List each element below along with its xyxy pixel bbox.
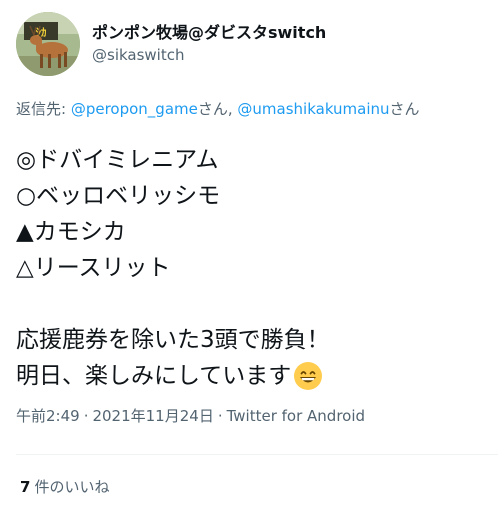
tweet-line-last: 明日、楽しみにしています bbox=[16, 358, 486, 394]
tweet-text: ◎ドバイミレニアム ○ベッロベリッシモ ▲カモシカ △リースリット 応援鹿券を除… bbox=[16, 142, 486, 394]
likes-link[interactable]: 7 件のいいね bbox=[20, 477, 109, 497]
tweet-line: ▲カモシカ bbox=[16, 219, 126, 245]
author-display-name[interactable]: ポンポン牧場@ダビスタswitch bbox=[92, 22, 326, 44]
grinning-face-emoji-icon bbox=[293, 361, 323, 391]
reply-to-line: 返信先: @peropon_gameさん, @umashikakumainuさん bbox=[16, 99, 420, 119]
tweet-date[interactable]: 2021年11月24日 bbox=[92, 407, 213, 425]
author-handle[interactable]: @sikaswitch bbox=[92, 44, 326, 66]
reply-to-prefix: 返信先: bbox=[16, 100, 71, 118]
tweet-header: ｼｶ ポンポン牧場@ダビスタswitch @sikaswitch bbox=[16, 12, 326, 76]
tweet-line: ○ベッロベリッシモ bbox=[16, 183, 221, 209]
reply-to-suffix-1: さん, bbox=[197, 100, 238, 118]
tweet-time[interactable]: 午前2:49 bbox=[16, 407, 80, 425]
divider bbox=[16, 454, 498, 455]
tweet-client[interactable]: Twitter for Android bbox=[227, 407, 365, 425]
tweet-line: ◎ドバイミレニアム bbox=[16, 147, 219, 173]
mention-umashikakumainu[interactable]: @umashikakumainu bbox=[237, 100, 389, 118]
tweet-line-text: 明日、楽しみにしています bbox=[16, 363, 292, 389]
meta-separator: · bbox=[217, 407, 223, 425]
author-names: ポンポン牧場@ダビスタswitch @sikaswitch bbox=[92, 22, 326, 66]
tweet-line: △リースリット bbox=[16, 255, 171, 281]
avatar[interactable]: ｼｶ bbox=[16, 12, 80, 76]
likes-label: 件のいいね bbox=[34, 478, 110, 496]
tweet-line: 応援鹿券を除いた3頭で勝負！ bbox=[16, 327, 330, 353]
meta-separator: · bbox=[83, 407, 89, 425]
tweet: ｼｶ ポンポン牧場@ダビスタswitch @sikaswitch 返信先: @p… bbox=[0, 0, 498, 515]
deer-photo-icon: ｼｶ bbox=[16, 12, 80, 76]
mention-peropon-game[interactable]: @peropon_game bbox=[71, 100, 198, 118]
reply-to-suffix-2: さん bbox=[389, 100, 420, 118]
likes-count: 7 bbox=[20, 478, 31, 496]
tweet-meta: 午前2:49 · 2021年11月24日 · Twitter for Android bbox=[16, 406, 365, 426]
